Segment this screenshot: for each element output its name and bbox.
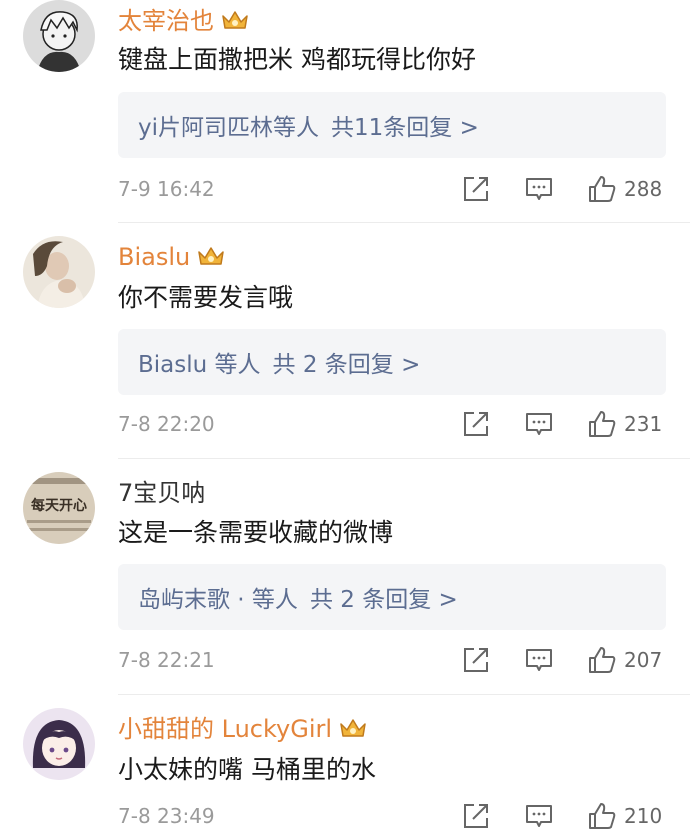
divider bbox=[118, 694, 690, 695]
avatar[interactable] bbox=[23, 0, 95, 72]
replies-link[interactable]: Biaslu 等人 共 2 条回复 > bbox=[118, 329, 666, 395]
username[interactable]: 7宝贝呐 bbox=[118, 478, 205, 508]
comment-item: 太宰治也 键盘上面撒把米 鸡都玩得比你好 yi片阿司匹林等人 共11条回复 > … bbox=[0, 0, 690, 220]
timestamp: 7-9 16:42 bbox=[118, 177, 215, 201]
comment-meta: 7-8 23:49 210 bbox=[118, 798, 670, 834]
comment-item: Biaslu 你不需要发言哦 Biaslu 等人 共 2 条回复 > 7-8 2… bbox=[0, 236, 690, 456]
username[interactable]: Biaslu bbox=[118, 242, 226, 272]
comment-meta: 7-8 22:21 207 bbox=[118, 642, 670, 678]
replies-link[interactable]: yi片阿司匹林等人 共11条回复 > bbox=[118, 92, 666, 158]
reply-names: Biaslu 等人 bbox=[138, 352, 261, 378]
username[interactable]: 太宰治也 bbox=[118, 6, 250, 36]
timestamp: 7-8 22:21 bbox=[118, 648, 215, 672]
comment-icon[interactable] bbox=[523, 408, 555, 440]
share-icon[interactable] bbox=[460, 173, 492, 205]
like-count: 288 bbox=[624, 177, 663, 201]
comment-meta: 7-8 22:20 231 bbox=[118, 406, 670, 442]
like-count: 210 bbox=[624, 804, 663, 828]
comment-icon[interactable] bbox=[523, 173, 555, 205]
comment-text: 你不需要发言哦 bbox=[118, 283, 294, 312]
share-icon[interactable] bbox=[460, 800, 492, 832]
like-icon[interactable] bbox=[586, 644, 618, 676]
username-text[interactable]: 7宝贝呐 bbox=[118, 478, 205, 508]
username-text[interactable]: 太宰治也 bbox=[118, 6, 214, 36]
avatar[interactable] bbox=[23, 236, 95, 308]
username-text[interactable]: Biaslu bbox=[118, 242, 190, 272]
avatar-text: 每天开心 bbox=[31, 497, 87, 513]
comment-text: 键盘上面撒把米 鸡都玩得比你好 bbox=[118, 45, 476, 74]
comment-icon[interactable] bbox=[523, 644, 555, 676]
divider bbox=[118, 458, 690, 459]
reply-names: yi片阿司匹林等人 bbox=[138, 115, 320, 141]
share-icon[interactable] bbox=[460, 644, 492, 676]
comment-item: 每天开心 7宝贝呐 这是一条需要收藏的微博 岛屿末歌 · 等人 共 2 条回复 … bbox=[0, 472, 690, 692]
reply-names: 岛屿末歌 · 等人 bbox=[138, 587, 298, 613]
like-count: 231 bbox=[624, 412, 663, 436]
divider bbox=[118, 222, 690, 223]
comment-text: 这是一条需要收藏的微博 bbox=[118, 518, 394, 547]
reply-total: 共 2 条回复 > bbox=[272, 352, 421, 378]
timestamp: 7-8 22:20 bbox=[118, 412, 215, 436]
comment-meta: 7-9 16:42 288 bbox=[118, 171, 670, 207]
crown-vip-icon bbox=[220, 8, 250, 34]
username-text[interactable]: 小甜甜的 LuckyGirl bbox=[118, 714, 332, 744]
username[interactable]: 小甜甜的 LuckyGirl bbox=[118, 714, 368, 744]
avatar[interactable]: 每天开心 bbox=[23, 472, 95, 544]
comment-text: 小太妹的嘴 马桶里的水 bbox=[118, 755, 376, 784]
avatar[interactable] bbox=[23, 708, 95, 780]
like-icon[interactable] bbox=[586, 408, 618, 440]
share-icon[interactable] bbox=[460, 408, 492, 440]
crown-vip-icon bbox=[196, 244, 226, 270]
reply-total: 共 2 条回复 > bbox=[309, 587, 458, 613]
like-icon[interactable] bbox=[586, 800, 618, 832]
timestamp: 7-8 23:49 bbox=[118, 804, 215, 828]
replies-link[interactable]: 岛屿末歌 · 等人 共 2 条回复 > bbox=[118, 564, 666, 630]
like-icon[interactable] bbox=[586, 173, 618, 205]
crown-vip-icon bbox=[338, 716, 368, 742]
like-count: 207 bbox=[624, 648, 663, 672]
comment-icon[interactable] bbox=[523, 800, 555, 832]
reply-total: 共11条回复 > bbox=[331, 115, 479, 141]
comment-item: 小甜甜的 LuckyGirl 小太妹的嘴 马桶里的水 7-8 23:49 210 bbox=[0, 708, 690, 832]
